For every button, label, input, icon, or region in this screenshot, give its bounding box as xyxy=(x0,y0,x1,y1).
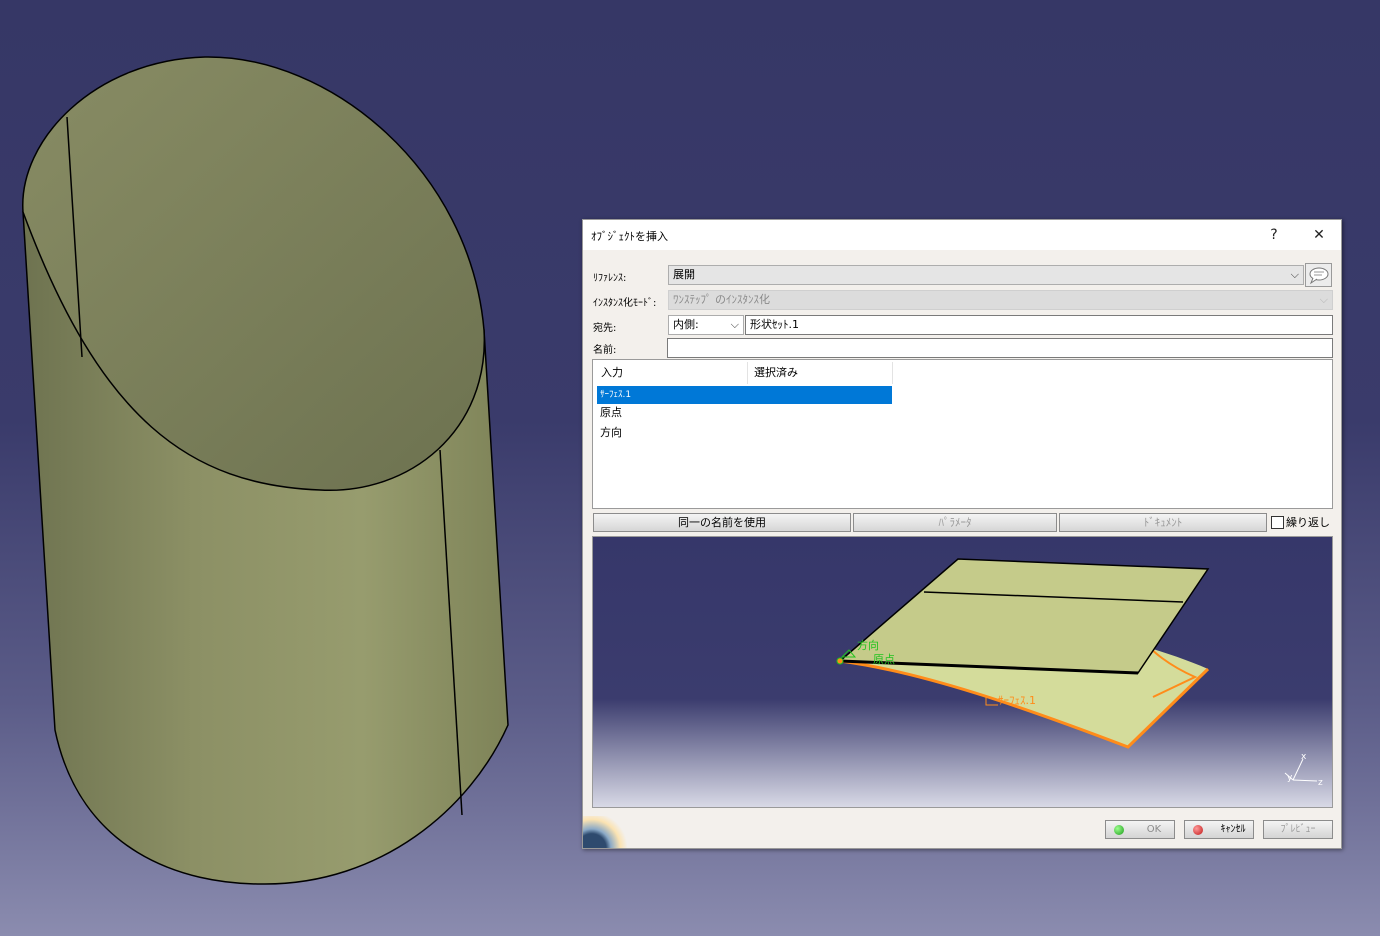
name-field[interactable] xyxy=(667,338,1333,358)
use-same-name-button[interactable]: 同一の名前を使用 xyxy=(593,513,851,532)
parameters-button[interactable]: ﾊﾟﾗﾒｰﾀ xyxy=(853,513,1057,532)
repeat-checkbox[interactable] xyxy=(1271,516,1284,529)
chevron-down-icon: ⌵ xyxy=(1319,293,1328,306)
column-header-input[interactable]: 入力 xyxy=(595,362,748,384)
reference-value: 展開 xyxy=(673,268,695,281)
instantiation-mode-label: ｲﾝｽﾀﾝｽ化ﾓｰﾄﾞ: xyxy=(593,298,657,309)
ok-button[interactable]: OK xyxy=(1105,820,1175,839)
column-header-selected[interactable]: 選択済み xyxy=(748,362,893,384)
dialog-titlebar[interactable]: ｵﾌﾞｼﾞｪｸﾄを挿入 ? ✕ xyxy=(583,220,1341,250)
surface-label: ｻｰﾌｪｽ.1 xyxy=(998,694,1036,707)
close-button[interactable]: ✕ xyxy=(1304,224,1334,246)
ok-icon xyxy=(1114,825,1124,835)
insert-object-dialog: ｵﾌﾞｼﾞｪｸﾄを挿入 ? ✕ ﾘﾌｧﾚﾝｽ: 展開 ⌵ ｲﾝｽﾀﾝｽ化ﾓｰﾄﾞ… xyxy=(582,219,1342,849)
direction-label: 方向 xyxy=(857,638,879,652)
cancel-button[interactable]: ｷｬﾝｾﾙ xyxy=(1184,820,1254,839)
repeat-label: 繰り返し xyxy=(1286,516,1330,529)
dialog-body: ﾘﾌｧﾚﾝｽ: 展開 ⌵ ｲﾝｽﾀﾝｽ化ﾓｰﾄﾞ: ﾜﾝｽﾃｯﾌﾟ のｲﾝｽﾀﾝ… xyxy=(583,250,1341,848)
preview-viewer[interactable]: 方向 原点 ｻｰﾌｪｽ.1 x y z xyxy=(592,536,1333,808)
axis-x-label: x xyxy=(1301,752,1307,762)
instantiation-mode-value: ﾜﾝｽﾃｯﾌﾟ のｲﾝｽﾀﾝｽ化 xyxy=(673,293,770,306)
documents-button[interactable]: ﾄﾞｷｭﾒﾝﾄ xyxy=(1059,513,1267,532)
catia-logo xyxy=(583,816,627,848)
cancel-label: ｷｬﾝｾﾙ xyxy=(1220,824,1246,835)
speech-bubble-icon xyxy=(1309,267,1329,285)
axis-z-label: z xyxy=(1318,778,1323,788)
destination-field[interactable]: 形状ｾｯﾄ.1 xyxy=(745,315,1333,335)
list-item[interactable]: 方向 xyxy=(597,424,892,442)
destination-label: 宛先: xyxy=(593,323,617,334)
chevron-down-icon: ⌵ xyxy=(1290,268,1299,281)
inputs-list[interactable]: 入力 選択済み ｻｰﾌｪｽ.1 原点 方向 xyxy=(592,359,1333,509)
origin-point xyxy=(836,657,844,665)
dialog-title: ｵﾌﾞｼﾞｪｸﾄを挿入 xyxy=(591,230,668,243)
cad-viewport-cylinder[interactable] xyxy=(0,0,582,936)
chevron-down-icon: ⌵ xyxy=(730,318,739,331)
reference-combo[interactable]: 展開 ⌵ xyxy=(668,265,1304,285)
axis-y-label: y xyxy=(1287,773,1293,783)
help-button[interactable]: ? xyxy=(1259,224,1289,246)
preview-canvas[interactable]: 方向 原点 ｻｰﾌｪｽ.1 x y z xyxy=(593,537,1332,807)
instantiation-mode-combo[interactable]: ﾜﾝｽﾃｯﾌﾟ のｲﾝｽﾀﾝｽ化 ⌵ xyxy=(668,290,1333,310)
name-label: 名前: xyxy=(593,345,617,356)
destination-mode-value: 内側: xyxy=(673,318,699,331)
speech-bubble-button[interactable] xyxy=(1305,263,1332,287)
origin-label: 原点 xyxy=(873,653,895,666)
list-item[interactable]: 原点 xyxy=(597,404,892,422)
ok-label: OK xyxy=(1146,824,1162,835)
preview-button[interactable]: ﾌﾟﾚﾋﾞｭｰ xyxy=(1263,820,1333,839)
list-item[interactable]: ｻｰﾌｪｽ.1 xyxy=(597,386,892,404)
cancel-icon xyxy=(1193,825,1203,835)
reference-label: ﾘﾌｧﾚﾝｽ: xyxy=(593,273,627,284)
destination-mode-combo[interactable]: 内側: ⌵ xyxy=(668,315,744,335)
